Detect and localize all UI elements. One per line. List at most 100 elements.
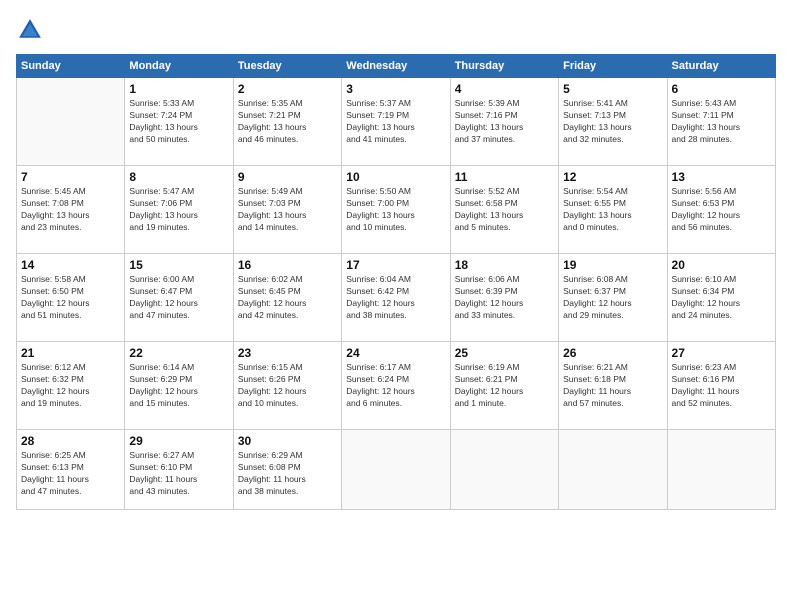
- calendar-cell: 19 Sunrise: 6:08 AM Sunset: 6:37 PM Dayli…: [559, 254, 667, 342]
- logo-icon: [16, 16, 44, 44]
- day-number: 20: [672, 258, 771, 272]
- day-number: 2: [238, 82, 337, 96]
- header-row: SundayMondayTuesdayWednesdayThursdayFrid…: [17, 55, 776, 78]
- calendar-cell: 30 Sunrise: 6:29 AM Sunset: 6:08 PM Dayli…: [233, 430, 341, 510]
- day-number: 11: [455, 170, 554, 184]
- cell-content: Sunrise: 6:08 AM Sunset: 6:37 PM Dayligh…: [563, 274, 662, 322]
- calendar-cell: 25Sunrise: 6:19 AM Sunset: 6:21 PM Dayli…: [450, 342, 558, 430]
- calendar-cell: 1 Sunrise: 5:33 AM Sunset: 7:24 PM Daylig…: [125, 78, 233, 166]
- cell-content: Sunrise: 5:54 AM Sunset: 6:55 PM Dayligh…: [563, 186, 662, 234]
- day-number: 16: [238, 258, 337, 272]
- calendar-cell: 4Sunrise: 5:39 AM Sunset: 7:16 PM Daylig…: [450, 78, 558, 166]
- calendar-cell: 12 Sunrise: 5:54 AM Sunset: 6:55 PM Dayli…: [559, 166, 667, 254]
- day-number: 28: [21, 434, 120, 448]
- cell-content: Sunrise: 5:50 AM Sunset: 7:00 PM Dayligh…: [346, 186, 445, 234]
- cell-content: Sunrise: 5:43 AM Sunset: 7:11 PM Dayligh…: [672, 98, 771, 146]
- day-number: 8: [129, 170, 228, 184]
- calendar-cell: 16 Sunrise: 6:02 AM Sunset: 6:45 PM Dayli…: [233, 254, 341, 342]
- calendar-cell: 2 Sunrise: 5:35 AM Sunset: 7:21 PM Daylig…: [233, 78, 341, 166]
- day-number: 26: [563, 346, 662, 360]
- calendar-cell: 15 Sunrise: 6:00 AM Sunset: 6:47 PM Dayli…: [125, 254, 233, 342]
- cell-content: Sunrise: 6:21 AM Sunset: 6:18 PM Dayligh…: [563, 362, 662, 410]
- calendar-cell: 24Sunrise: 6:17 AM Sunset: 6:24 PM Dayli…: [342, 342, 450, 430]
- day-header-sunday: Sunday: [17, 55, 125, 78]
- cell-content: Sunrise: 6:14 AM Sunset: 6:29 PM Dayligh…: [129, 362, 228, 410]
- day-number: 19: [563, 258, 662, 272]
- cell-content: Sunrise: 6:27 AM Sunset: 6:10 PM Dayligh…: [129, 450, 228, 498]
- day-number: 7: [21, 170, 120, 184]
- calendar-cell: 27Sunrise: 6:23 AM Sunset: 6:16 PM Dayli…: [667, 342, 775, 430]
- day-number: 24: [346, 346, 445, 360]
- day-number: 25: [455, 346, 554, 360]
- calendar-cell: 20 Sunrise: 6:10 AM Sunset: 6:34 PM Dayli…: [667, 254, 775, 342]
- calendar-cell: 3 Sunrise: 5:37 AM Sunset: 7:19 PM Daylig…: [342, 78, 450, 166]
- day-header-saturday: Saturday: [667, 55, 775, 78]
- calendar-cell: [17, 78, 125, 166]
- day-number: 10: [346, 170, 445, 184]
- day-header-wednesday: Wednesday: [342, 55, 450, 78]
- calendar-cell: 29 Sunrise: 6:27 AM Sunset: 6:10 PM Dayli…: [125, 430, 233, 510]
- cell-content: Sunrise: 6:10 AM Sunset: 6:34 PM Dayligh…: [672, 274, 771, 322]
- day-header-monday: Monday: [125, 55, 233, 78]
- cell-content: Sunrise: 6:06 AM Sunset: 6:39 PM Dayligh…: [455, 274, 554, 322]
- calendar-cell: 23Sunrise: 6:15 AM Sunset: 6:26 PM Dayli…: [233, 342, 341, 430]
- cell-content: Sunrise: 5:56 AM Sunset: 6:53 PM Dayligh…: [672, 186, 771, 234]
- calendar-cell: [342, 430, 450, 510]
- calendar-cell: [559, 430, 667, 510]
- day-number: 14: [21, 258, 120, 272]
- day-number: 30: [238, 434, 337, 448]
- cell-content: Sunrise: 5:47 AM Sunset: 7:06 PM Dayligh…: [129, 186, 228, 234]
- calendar-cell: 26 Sunrise: 6:21 AM Sunset: 6:18 PM Dayli…: [559, 342, 667, 430]
- calendar-cell: 14 Sunrise: 5:58 AM Sunset: 6:50 PM Dayli…: [17, 254, 125, 342]
- day-number: 5: [563, 82, 662, 96]
- calendar-cell: [667, 430, 775, 510]
- cell-content: Sunrise: 6:04 AM Sunset: 6:42 PM Dayligh…: [346, 274, 445, 322]
- calendar-cell: 18 Sunrise: 6:06 AM Sunset: 6:39 PM Dayli…: [450, 254, 558, 342]
- cell-content: Sunrise: 5:33 AM Sunset: 7:24 PM Dayligh…: [129, 98, 228, 146]
- calendar-cell: 11 Sunrise: 5:52 AM Sunset: 6:58 PM Dayli…: [450, 166, 558, 254]
- day-number: 13: [672, 170, 771, 184]
- day-header-thursday: Thursday: [450, 55, 558, 78]
- calendar-cell: 22 Sunrise: 6:14 AM Sunset: 6:29 PM Dayli…: [125, 342, 233, 430]
- cell-content: Sunrise: 5:41 AM Sunset: 7:13 PM Dayligh…: [563, 98, 662, 146]
- page: SundayMondayTuesdayWednesdayThursdayFrid…: [0, 0, 792, 612]
- day-number: 18: [455, 258, 554, 272]
- calendar-cell: 21Sunrise: 6:12 AM Sunset: 6:32 PM Dayli…: [17, 342, 125, 430]
- cell-content: Sunrise: 6:29 AM Sunset: 6:08 PM Dayligh…: [238, 450, 337, 498]
- header: [16, 16, 776, 44]
- cell-content: Sunrise: 5:58 AM Sunset: 6:50 PM Dayligh…: [21, 274, 120, 322]
- week-row-2: 7Sunrise: 5:45 AM Sunset: 7:08 PM Daylig…: [17, 166, 776, 254]
- calendar-cell: 8 Sunrise: 5:47 AM Sunset: 7:06 PM Daylig…: [125, 166, 233, 254]
- cell-content: Sunrise: 6:02 AM Sunset: 6:45 PM Dayligh…: [238, 274, 337, 322]
- day-number: 12: [563, 170, 662, 184]
- cell-content: Sunrise: 6:25 AM Sunset: 6:13 PM Dayligh…: [21, 450, 120, 498]
- week-row-4: 21Sunrise: 6:12 AM Sunset: 6:32 PM Dayli…: [17, 342, 776, 430]
- day-number: 1: [129, 82, 228, 96]
- calendar-cell: 10 Sunrise: 5:50 AM Sunset: 7:00 PM Dayli…: [342, 166, 450, 254]
- day-number: 29: [129, 434, 228, 448]
- calendar-cell: 6Sunrise: 5:43 AM Sunset: 7:11 PM Daylig…: [667, 78, 775, 166]
- week-row-3: 14 Sunrise: 5:58 AM Sunset: 6:50 PM Dayli…: [17, 254, 776, 342]
- calendar-cell: 28 Sunrise: 6:25 AM Sunset: 6:13 PM Dayli…: [17, 430, 125, 510]
- cell-content: Sunrise: 6:00 AM Sunset: 6:47 PM Dayligh…: [129, 274, 228, 322]
- calendar-cell: 5 Sunrise: 5:41 AM Sunset: 7:13 PM Daylig…: [559, 78, 667, 166]
- day-number: 9: [238, 170, 337, 184]
- cell-content: Sunrise: 5:49 AM Sunset: 7:03 PM Dayligh…: [238, 186, 337, 234]
- day-header-tuesday: Tuesday: [233, 55, 341, 78]
- calendar-table: SundayMondayTuesdayWednesdayThursdayFrid…: [16, 54, 776, 510]
- day-number: 22: [129, 346, 228, 360]
- day-number: 17: [346, 258, 445, 272]
- day-number: 3: [346, 82, 445, 96]
- day-number: 23: [238, 346, 337, 360]
- day-number: 15: [129, 258, 228, 272]
- calendar-cell: 7Sunrise: 5:45 AM Sunset: 7:08 PM Daylig…: [17, 166, 125, 254]
- week-row-5: 28 Sunrise: 6:25 AM Sunset: 6:13 PM Dayli…: [17, 430, 776, 510]
- calendar-cell: [450, 430, 558, 510]
- calendar-cell: 13 Sunrise: 5:56 AM Sunset: 6:53 PM Dayli…: [667, 166, 775, 254]
- cell-content: Sunrise: 5:35 AM Sunset: 7:21 PM Dayligh…: [238, 98, 337, 146]
- day-number: 4: [455, 82, 554, 96]
- cell-content: Sunrise: 5:37 AM Sunset: 7:19 PM Dayligh…: [346, 98, 445, 146]
- cell-content: Sunrise: 6:23 AM Sunset: 6:16 PM Dayligh…: [672, 362, 771, 410]
- logo: [16, 16, 48, 44]
- cell-content: Sunrise: 5:52 AM Sunset: 6:58 PM Dayligh…: [455, 186, 554, 234]
